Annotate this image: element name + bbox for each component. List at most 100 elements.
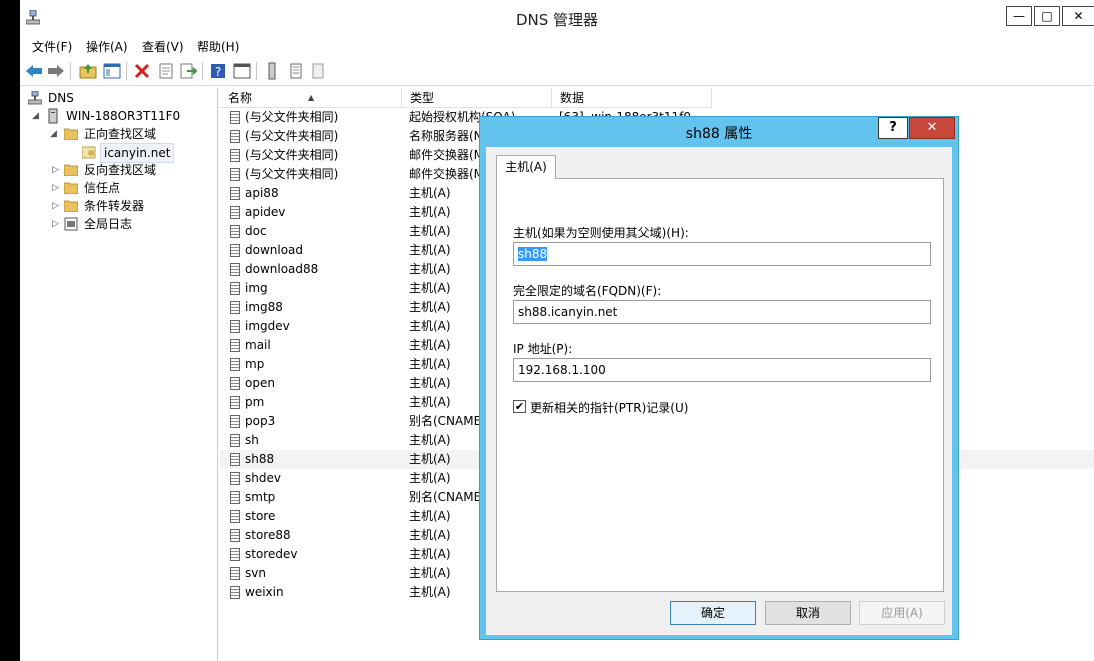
- toolbar-separator: [126, 62, 127, 80]
- column-header-label: 类型: [410, 91, 435, 105]
- ip-address-input[interactable]: 192.168.1.100: [513, 358, 931, 382]
- column-header-label: 名称: [228, 91, 253, 105]
- record-name: imgdev: [245, 319, 290, 333]
- expanded-arrow-icon[interactable]: ◢: [32, 107, 39, 125]
- close-button[interactable]: ✕: [1062, 6, 1094, 26]
- folder-icon: [64, 164, 78, 176]
- tree-item-conditional-forwarders[interactable]: ▷ 条件转发器: [50, 197, 210, 215]
- ptr-checkbox-label[interactable]: 更新相关的指针(PTR)记录(U): [530, 399, 688, 416]
- dialog-close-button[interactable]: ✕: [909, 117, 955, 139]
- record-name: apidev: [245, 205, 286, 219]
- tree-label: WIN-188OR3T11F0: [66, 109, 181, 123]
- dialog-help-button[interactable]: ?: [878, 117, 908, 139]
- record-type: 主机(A): [409, 376, 451, 390]
- record-icon: [230, 187, 240, 200]
- menu-action[interactable]: 操作(A): [86, 38, 128, 55]
- host-label: 主机(如果为空则使用其父域)(H):: [513, 226, 689, 240]
- toolbar-separator: [70, 62, 71, 80]
- record-name: sh: [245, 433, 259, 447]
- record-type: 主机(A): [409, 186, 451, 200]
- minimize-button[interactable]: —: [1006, 6, 1032, 26]
- folder-icon: [64, 128, 78, 140]
- up-folder-icon[interactable]: [78, 61, 98, 81]
- delete-icon[interactable]: [132, 61, 152, 81]
- checkmark-icon: ✔: [514, 400, 525, 413]
- refresh-icon[interactable]: [308, 61, 328, 81]
- tree-label: DNS: [48, 91, 74, 105]
- forward-icon[interactable]: [46, 61, 66, 81]
- record-name: download: [245, 243, 304, 257]
- maximize-button[interactable]: □: [1034, 6, 1060, 26]
- record-type: 主机(A): [409, 281, 451, 295]
- sort-ascending-icon: ▲: [308, 93, 315, 102]
- tree-item-zone-icanyin[interactable]: icanyin.net: [80, 143, 190, 163]
- record-icon: [230, 586, 240, 599]
- host-input-value: sh88: [518, 247, 548, 261]
- tree-label: 信任点: [84, 181, 121, 195]
- dialog-body: 主机(A) 主机(如果为空则使用其父域)(H): sh88 完全限定的域名(FQ…: [486, 147, 952, 635]
- record-name: storedev: [245, 547, 298, 561]
- computer-icon: [48, 108, 58, 124]
- tree-item-reverse-zones[interactable]: ▷ 反向查找区域: [50, 161, 210, 179]
- tree-item-trust-points[interactable]: ▷ 信任点: [50, 179, 210, 197]
- fqdn-field[interactable]: sh88.icanyin.net: [513, 300, 931, 324]
- tree-item-server[interactable]: ◢ WIN-188OR3T11F0: [32, 107, 212, 125]
- record-icon: [230, 130, 240, 143]
- cancel-button[interactable]: 取消: [765, 601, 851, 625]
- show-tree-icon[interactable]: [102, 61, 122, 81]
- column-header-label: 数据: [560, 91, 585, 105]
- folder-icon: [64, 182, 78, 194]
- record-name: store: [245, 509, 276, 523]
- ptr-checkbox[interactable]: ✔: [513, 400, 526, 413]
- record-icon: [230, 282, 240, 295]
- tab-host[interactable]: 主机(A): [496, 155, 556, 179]
- window-title: DNS 管理器: [515, 11, 599, 29]
- tree-item-forward-zones[interactable]: ◢ 正向查找区域: [50, 125, 210, 143]
- record-type: 别名(CNAME): [409, 414, 486, 428]
- record-name: doc: [245, 224, 267, 238]
- list-icon[interactable]: [286, 61, 306, 81]
- tree-label: 条件转发器: [84, 199, 145, 213]
- record-icon: [230, 567, 240, 580]
- tree-label: 全局日志: [84, 217, 133, 231]
- record-icon: [230, 396, 240, 409]
- record-icon: [230, 206, 240, 219]
- apply-button[interactable]: 应用(A): [859, 601, 945, 625]
- host-input[interactable]: sh88: [513, 242, 931, 266]
- tab-panel-host: 主机(如果为空则使用其父域)(H): sh88 完全限定的域名(FQDN)(F)…: [496, 178, 944, 592]
- column-header-name[interactable]: 名称 ▲: [220, 88, 402, 108]
- record-name: open: [245, 376, 275, 390]
- record-name: store88: [245, 528, 291, 542]
- record-icon: [230, 377, 240, 390]
- collapsed-arrow-icon[interactable]: ▷: [52, 161, 59, 179]
- record-name: api88: [245, 186, 279, 200]
- column-header-data[interactable]: 数据: [552, 88, 712, 108]
- record-name: sh88: [245, 452, 275, 466]
- fqdn-label: 完全限定的域名(FQDN)(F):: [513, 284, 662, 298]
- toolbar: ?: [20, 56, 1094, 86]
- console-icon[interactable]: [232, 61, 252, 81]
- record-icon: [230, 168, 240, 181]
- ok-button[interactable]: 确定: [670, 601, 756, 625]
- collapsed-arrow-icon[interactable]: ▷: [52, 215, 59, 233]
- server-icon[interactable]: [262, 61, 282, 81]
- export-icon[interactable]: [178, 61, 198, 81]
- menu-view[interactable]: 查看(V): [142, 38, 184, 55]
- back-icon[interactable]: [24, 61, 44, 81]
- record-icon: [230, 358, 240, 371]
- expanded-arrow-icon[interactable]: ◢: [50, 125, 57, 143]
- collapsed-arrow-icon[interactable]: ▷: [52, 179, 59, 197]
- collapsed-arrow-icon[interactable]: ▷: [52, 197, 59, 215]
- record-name: pm: [245, 395, 265, 409]
- properties-dialog: sh88 属性 ? ✕ 主机(A) 主机(如果为空则使用其父域)(H): sh8…: [479, 116, 959, 640]
- properties-icon[interactable]: [156, 61, 176, 81]
- zone-icon: [82, 146, 96, 159]
- title-bar[interactable]: DNS 管理器 — □ ✕: [20, 0, 1094, 36]
- record-type: 主机(A): [409, 547, 451, 561]
- help-icon[interactable]: ?: [208, 61, 228, 81]
- menu-file[interactable]: 文件(F): [32, 38, 72, 55]
- menu-help[interactable]: 帮助(H): [197, 38, 239, 55]
- tree-item-global-logs[interactable]: ▷ 全局日志: [50, 215, 210, 233]
- record-icon: [230, 529, 240, 542]
- column-header-type[interactable]: 类型: [402, 88, 552, 108]
